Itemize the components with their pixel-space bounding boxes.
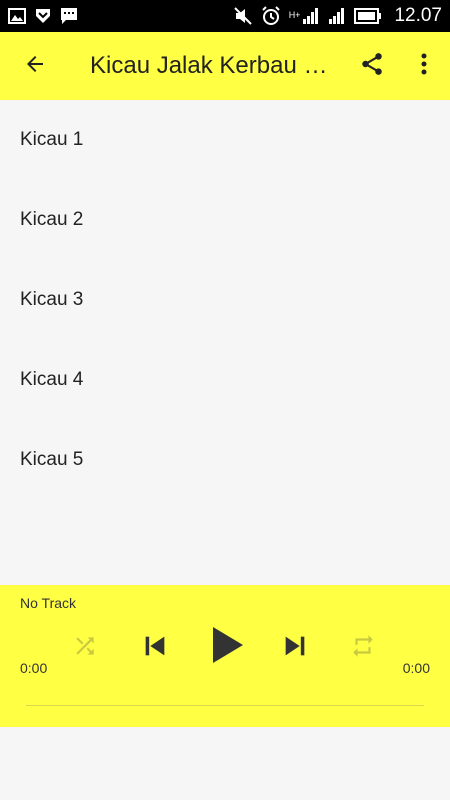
list-item[interactable]: Kicau 4: [0, 340, 450, 420]
more-vert-icon: [420, 52, 428, 81]
signal-icon: [302, 7, 320, 25]
back-button[interactable]: [0, 32, 70, 100]
track-list: Kicau 1 Kicau 2 Kicau 3 Kicau 4 Kicau 5: [0, 100, 450, 500]
shuffle-button[interactable]: [70, 633, 100, 663]
network-type-label: H+: [288, 10, 301, 20]
list-item[interactable]: Kicau 3: [0, 260, 450, 340]
bottom-blank-area: [0, 727, 450, 800]
list-item[interactable]: Kicau 5: [0, 420, 450, 500]
battery-icon: [354, 8, 382, 24]
status-notifications: [8, 7, 78, 25]
now-playing-label: No Track: [20, 595, 77, 611]
chat-icon: [60, 7, 78, 25]
status-time: 12.07: [394, 5, 442, 26]
mute-vibrate-icon: [233, 6, 253, 26]
repeat-icon: [350, 633, 376, 664]
status-bar: H+ 12.07: [0, 0, 450, 32]
seek-track: [26, 705, 424, 706]
play-button[interactable]: [206, 625, 250, 669]
signal-icon: [328, 7, 346, 25]
skip-previous-icon: [141, 632, 169, 665]
shield-check-icon: [34, 7, 52, 25]
list-item[interactable]: Kicau 2: [0, 180, 450, 260]
status-system: H+ 12.07: [233, 5, 442, 27]
app-root: H+ 12.07 Kicau Jalak Kerbau Mp3 Kicau 1 …: [0, 0, 450, 800]
repeat-button[interactable]: [348, 633, 378, 663]
more-options-button[interactable]: [398, 32, 450, 100]
list-item[interactable]: Kicau 1: [0, 100, 450, 180]
duration-time: 0:00: [402, 660, 430, 676]
elapsed-time: 0:00: [20, 660, 48, 676]
alarm-icon: [261, 6, 281, 26]
previous-button[interactable]: [138, 631, 172, 665]
image-icon: [8, 8, 26, 24]
media-player: No Track 0:00 0:00: [0, 585, 450, 727]
arrow-back-icon: [23, 52, 47, 81]
play-icon: [211, 625, 245, 670]
next-button[interactable]: [278, 631, 312, 665]
share-icon: [359, 51, 385, 82]
skip-next-icon: [281, 632, 309, 665]
page-title: Kicau Jalak Kerbau Mp3: [90, 52, 346, 79]
app-bar: Kicau Jalak Kerbau Mp3: [0, 32, 450, 100]
seek-bar[interactable]: [26, 702, 424, 710]
shuffle-icon: [72, 633, 98, 664]
share-button[interactable]: [346, 32, 398, 100]
